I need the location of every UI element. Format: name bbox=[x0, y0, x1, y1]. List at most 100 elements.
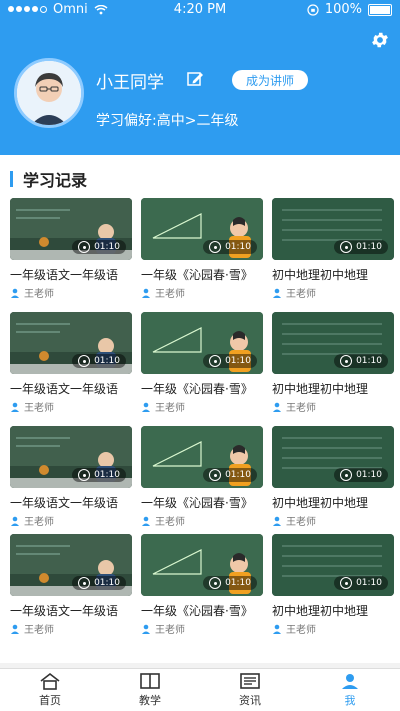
record-title[interactable]: 一年级语文一年级语 bbox=[10, 494, 132, 511]
teacher-name: 王老师 bbox=[24, 625, 54, 636]
record-card[interactable]: 01:10 一年级《沁园春·雪》 王老师 bbox=[141, 312, 263, 414]
record-card[interactable]: 01:10 一年级语文一年级语 王老师 bbox=[10, 198, 132, 300]
duration-text: 01:10 bbox=[94, 470, 120, 480]
teacher-icon bbox=[273, 402, 281, 412]
record-teacher: 王老师 bbox=[10, 513, 132, 528]
record-title[interactable]: 一年级《沁园春·雪》 bbox=[141, 494, 263, 511]
record-title[interactable]: 一年级语文一年级语 bbox=[10, 266, 132, 283]
record-teacher: 王老师 bbox=[272, 399, 394, 414]
video-thumbnail[interactable]: 01:10 bbox=[141, 534, 263, 596]
record-title[interactable]: 一年级语文一年级语 bbox=[10, 602, 132, 619]
record-title[interactable]: 初中地理初中地理 bbox=[272, 380, 394, 397]
section-accent-bar bbox=[10, 171, 13, 187]
record-title[interactable]: 初中地理初中地理 bbox=[272, 602, 394, 619]
tab-label: 首页 bbox=[39, 694, 61, 707]
section-header: 学习记录 bbox=[10, 167, 87, 191]
teacher-icon bbox=[142, 288, 150, 298]
record-card[interactable]: 01:10 一年级语文一年级语 王老师 bbox=[10, 426, 132, 528]
video-thumbnail[interactable]: 01:10 bbox=[272, 312, 394, 374]
duration-badge: 01:10 bbox=[72, 354, 126, 368]
record-teacher: 王老师 bbox=[141, 285, 263, 300]
battery-icon bbox=[368, 3, 392, 16]
play-count-icon bbox=[340, 577, 353, 589]
video-thumbnail[interactable]: 01:10 bbox=[141, 198, 263, 260]
avatar-portrait-icon bbox=[17, 61, 81, 125]
video-thumbnail[interactable]: 01:10 bbox=[141, 426, 263, 488]
play-count-icon bbox=[78, 355, 91, 367]
record-teacher: 王老师 bbox=[272, 513, 394, 528]
record-card[interactable]: 01:10 一年级《沁园春·雪》 王老师 bbox=[141, 198, 263, 300]
duration-badge: 01:10 bbox=[203, 576, 257, 590]
record-card[interactable]: 01:10 一年级语文一年级语 王老师 bbox=[10, 312, 132, 414]
play-count-icon bbox=[209, 469, 222, 481]
duration-badge: 01:10 bbox=[203, 468, 257, 482]
record-title[interactable]: 一年级语文一年级语 bbox=[10, 380, 132, 397]
record-card[interactable]: 01:10 一年级语文一年级语 王老师 bbox=[10, 534, 132, 636]
record-card[interactable]: 01:10 一年级《沁园春·雪》 王老师 bbox=[141, 426, 263, 528]
user-icon bbox=[342, 674, 358, 689]
duration-badge: 01:10 bbox=[203, 240, 257, 254]
avatar[interactable] bbox=[14, 58, 84, 128]
tab-me[interactable]: 我 bbox=[300, 669, 400, 711]
video-thumbnail[interactable]: 01:10 bbox=[10, 534, 132, 596]
teacher-icon bbox=[142, 624, 150, 634]
become-lecturer-button[interactable]: 成为讲师 bbox=[232, 70, 308, 90]
record-card[interactable]: 01:10 初中地理初中地理 王老师 bbox=[272, 312, 394, 414]
play-count-icon bbox=[340, 469, 353, 481]
user-name: 小王同学 bbox=[96, 73, 164, 93]
record-card[interactable]: 01:10 初中地理初中地理 王老师 bbox=[272, 426, 394, 528]
teacher-icon bbox=[142, 516, 150, 526]
record-title[interactable]: 初中地理初中地理 bbox=[272, 494, 394, 511]
record-teacher: 王老师 bbox=[141, 399, 263, 414]
teacher-name: 王老师 bbox=[24, 403, 54, 414]
tab-label: 教学 bbox=[139, 694, 161, 707]
record-teacher: 王老师 bbox=[272, 621, 394, 636]
record-teacher: 王老师 bbox=[10, 399, 132, 414]
teacher-icon bbox=[273, 624, 281, 634]
record-card[interactable]: 01:10 初中地理初中地理 王老师 bbox=[272, 534, 394, 636]
duration-text: 01:10 bbox=[356, 578, 382, 588]
duration-text: 01:10 bbox=[94, 356, 120, 366]
video-thumbnail[interactable]: 01:10 bbox=[10, 426, 132, 488]
video-thumbnail[interactable]: 01:10 bbox=[272, 198, 394, 260]
duration-badge: 01:10 bbox=[72, 240, 126, 254]
record-teacher: 王老师 bbox=[141, 621, 263, 636]
video-thumbnail[interactable]: 01:10 bbox=[10, 198, 132, 260]
play-count-icon bbox=[78, 469, 91, 481]
tab-teaching[interactable]: 教学 bbox=[100, 669, 200, 711]
record-card[interactable]: 01:10 初中地理初中地理 王老师 bbox=[272, 198, 394, 300]
record-title[interactable]: 初中地理初中地理 bbox=[272, 266, 394, 283]
duration-text: 01:10 bbox=[356, 470, 382, 480]
record-title[interactable]: 一年级《沁园春·雪》 bbox=[141, 266, 263, 283]
status-bar: Omni 4:20 PM 100% bbox=[0, 0, 400, 20]
duration-badge: 01:10 bbox=[334, 354, 388, 368]
tab-news[interactable]: 资讯 bbox=[200, 669, 300, 711]
section-title: 学习记录 bbox=[23, 171, 88, 190]
duration-badge: 01:10 bbox=[72, 468, 126, 482]
teacher-icon bbox=[11, 624, 19, 634]
video-thumbnail[interactable]: 01:10 bbox=[272, 426, 394, 488]
play-count-icon bbox=[209, 577, 222, 589]
video-thumbnail[interactable]: 01:10 bbox=[272, 534, 394, 596]
study-preference: 学习偏好:高中>二年级 bbox=[96, 113, 239, 129]
edit-icon[interactable] bbox=[186, 70, 204, 88]
tab-label: 资讯 bbox=[239, 694, 261, 707]
duration-text: 01:10 bbox=[356, 356, 382, 366]
play-count-icon bbox=[78, 241, 91, 253]
gear-icon[interactable] bbox=[370, 30, 390, 50]
teacher-name: 王老师 bbox=[24, 289, 54, 300]
play-count-icon bbox=[78, 577, 91, 589]
profile-header: Omni 4:20 PM 100% 小王同学 成为讲师 学习偏好:高中>二年级 bbox=[0, 0, 400, 155]
teacher-name: 王老师 bbox=[155, 289, 185, 300]
video-thumbnail[interactable]: 01:10 bbox=[141, 312, 263, 374]
duration-text: 01:10 bbox=[225, 470, 251, 480]
record-title[interactable]: 一年级《沁园春·雪》 bbox=[141, 380, 263, 397]
teacher-icon bbox=[273, 288, 281, 298]
record-card[interactable]: 01:10 一年级《沁园春·雪》 王老师 bbox=[141, 534, 263, 636]
battery-area: 100% bbox=[307, 2, 392, 17]
video-thumbnail[interactable]: 01:10 bbox=[10, 312, 132, 374]
duration-badge: 01:10 bbox=[72, 576, 126, 590]
tab-home[interactable]: 首页 bbox=[0, 669, 100, 711]
record-title[interactable]: 一年级《沁园春·雪》 bbox=[141, 602, 263, 619]
duration-badge: 01:10 bbox=[334, 468, 388, 482]
